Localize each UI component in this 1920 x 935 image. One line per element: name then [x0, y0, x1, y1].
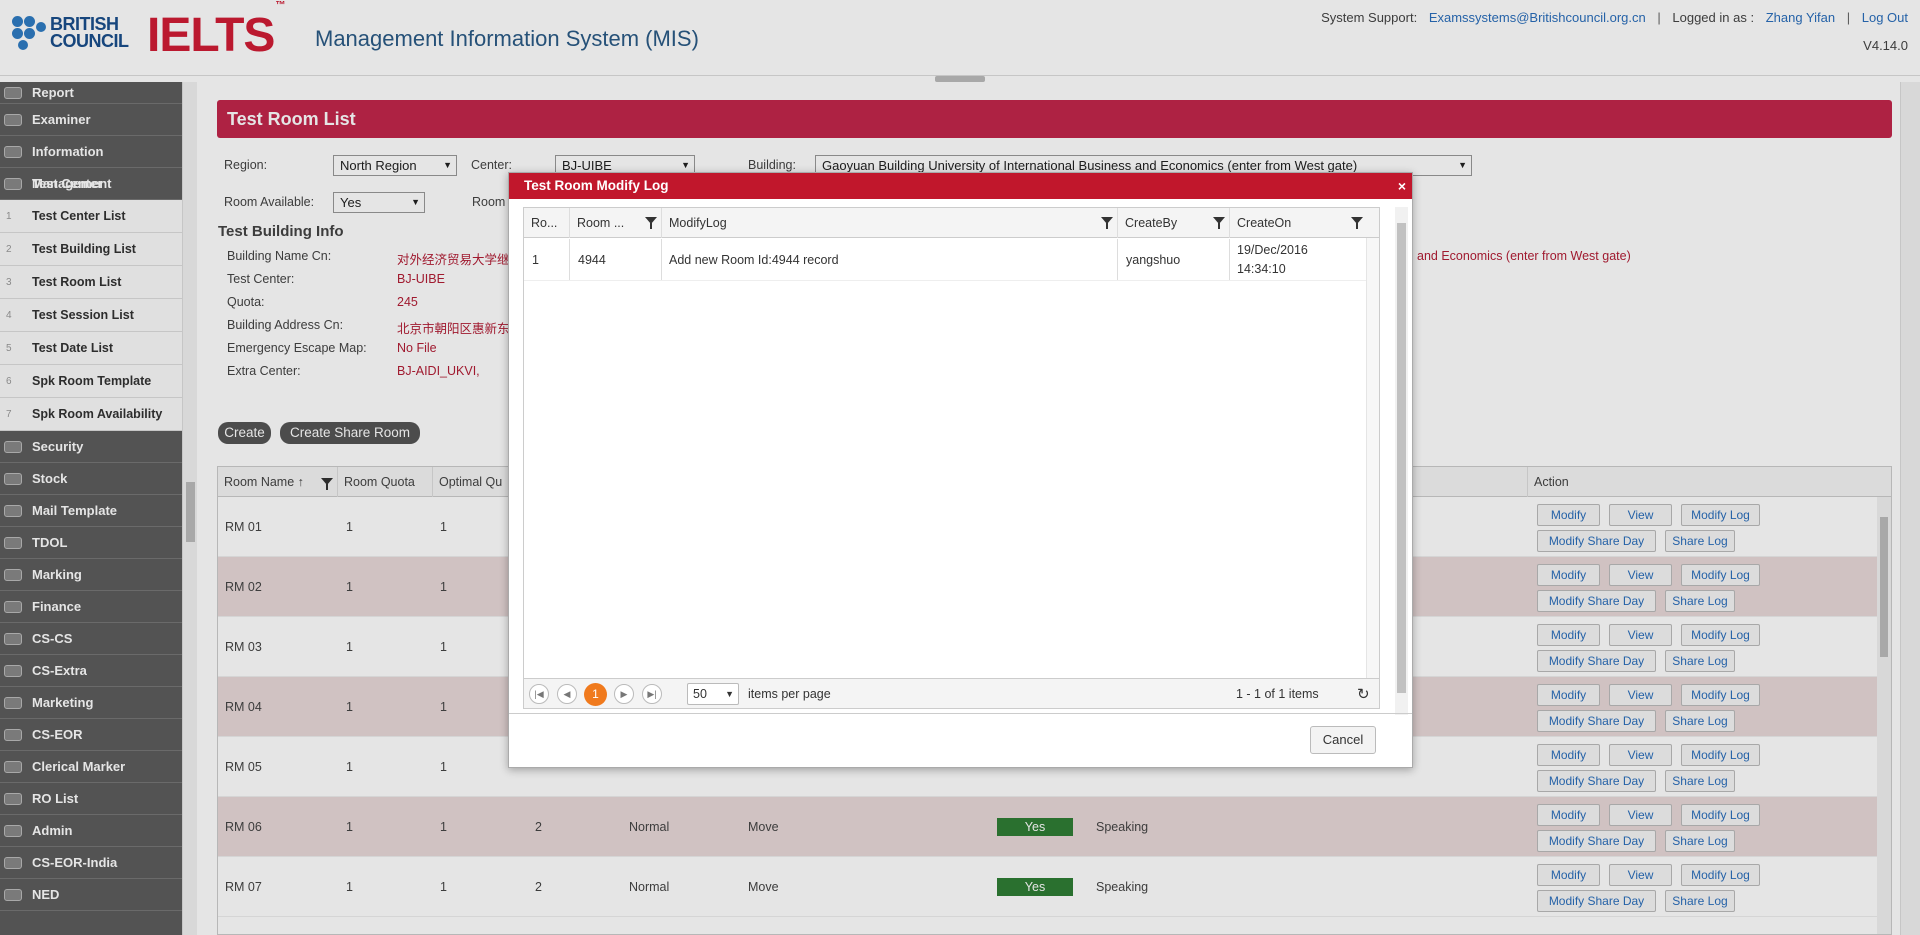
col-room-label: Room ...	[577, 216, 625, 230]
modify-log-dialog: Test Room Modify Log × Ro... Room ... Mo…	[508, 172, 1413, 768]
log-grid-header: Ro... Room ... ModifyLog CreateBy Create…	[524, 208, 1379, 238]
col-create-by-label: CreateBy	[1125, 216, 1178, 230]
filter-icon[interactable]	[1101, 217, 1113, 229]
items-per-page-label: items per page	[748, 687, 831, 701]
col-ro[interactable]: Ro...	[524, 208, 570, 238]
page-size-select[interactable]: 50 ▼	[687, 683, 739, 705]
col-modify-log-label: ModifyLog	[669, 216, 727, 230]
filter-icon[interactable]	[1213, 217, 1225, 229]
dialog-title: Test Room Modify Log	[524, 178, 669, 193]
filter-icon[interactable]	[1351, 217, 1363, 229]
page-size-value: 50	[693, 687, 707, 701]
log-ro: 1	[532, 253, 539, 267]
col-modify-log[interactable]: ModifyLog	[662, 208, 1118, 238]
cancel-button[interactable]: Cancel	[1310, 726, 1376, 754]
refresh-icon[interactable]: ↻	[1357, 685, 1370, 703]
modify-log-grid: Ro... Room ... ModifyLog CreateBy Create…	[523, 207, 1380, 709]
log-text: Add new Room Id:4944 record	[669, 253, 839, 267]
page-current-button[interactable]: 1	[584, 683, 607, 706]
pager-summary: 1 - 1 of 1 items	[1236, 687, 1319, 701]
next-page-icon[interactable]: ▶	[614, 684, 634, 704]
first-page-icon[interactable]: |◀	[529, 684, 549, 704]
log-row[interactable]: 1 4944 Add new Room Id:4944 record yangs…	[524, 239, 1367, 281]
filter-icon[interactable]	[645, 217, 657, 229]
dialog-footer	[509, 713, 1412, 714]
log-grid-scrollbar[interactable]	[1366, 238, 1379, 678]
col-create-on[interactable]: CreateOn	[1230, 208, 1367, 238]
chevron-down-icon: ▼	[725, 689, 734, 699]
col-room[interactable]: Room ...	[570, 208, 662, 238]
last-page-icon[interactable]: ▶|	[642, 684, 662, 704]
log-create-time: 14:34:10	[1237, 262, 1286, 276]
dialog-title-bar: Test Room Modify Log ×	[509, 173, 1412, 199]
prev-page-icon[interactable]: ◀	[557, 684, 577, 704]
log-room: 4944	[578, 253, 606, 267]
close-icon[interactable]: ×	[1398, 173, 1406, 199]
col-create-on-label: CreateOn	[1237, 216, 1292, 230]
log-create-date: 19/Dec/2016	[1237, 243, 1308, 257]
dialog-scrollbar[interactable]	[1395, 207, 1408, 715]
log-create-by: yangshuo	[1126, 253, 1181, 267]
pager: |◀ ◀ 1 ▶ ▶| 50 ▼ items per page 1 - 1 of …	[524, 678, 1379, 708]
col-create-by[interactable]: CreateBy	[1118, 208, 1230, 238]
